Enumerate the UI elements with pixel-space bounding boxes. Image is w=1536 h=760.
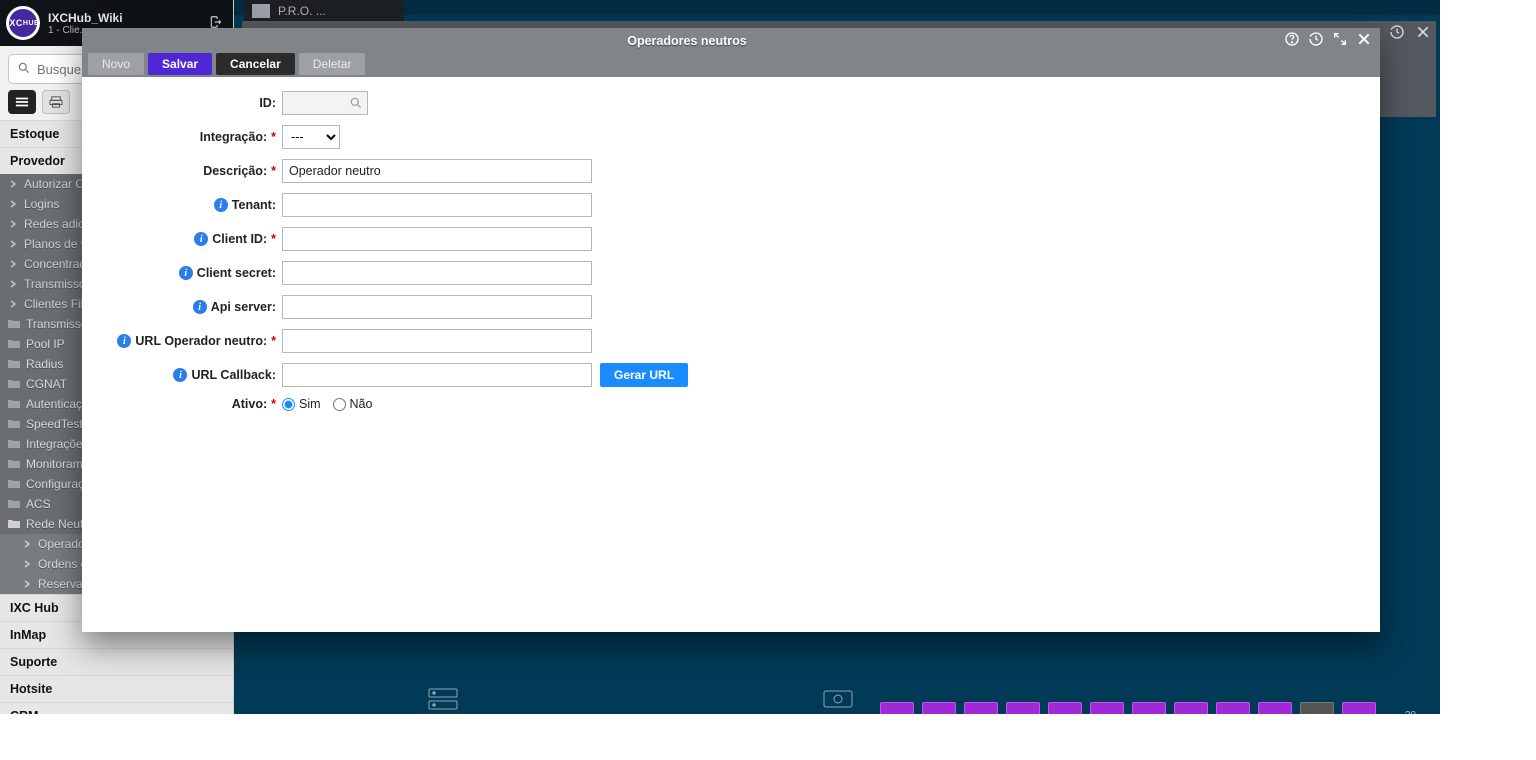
tab-generic-icon (252, 4, 270, 18)
cancelar-button[interactable]: Cancelar (216, 53, 295, 75)
ativo-nao-option[interactable]: Não (333, 397, 373, 411)
apiserver-field[interactable] (282, 295, 592, 319)
cat-hotsite[interactable]: Hotsite (0, 675, 233, 702)
url-operador-field[interactable] (282, 329, 592, 353)
bg-topright-icons (1389, 24, 1431, 43)
history-icon[interactable] (1308, 31, 1324, 50)
clientid-field[interactable] (282, 227, 592, 251)
logo-icon: IXCHUB (6, 6, 40, 40)
label-clientsecret: Client secret: (197, 266, 276, 280)
modal-title: Operadores neutros (90, 34, 1284, 48)
server-icon (427, 685, 459, 713)
tab-label: P.R.O. ... (278, 4, 326, 18)
history-icon[interactable] (1389, 24, 1405, 43)
ativo-sim-radio[interactable] (282, 398, 295, 411)
novo-button[interactable]: Novo (88, 53, 144, 75)
label-url-callback: URL Callback: (191, 368, 276, 382)
label-ativo: Ativo: (232, 397, 267, 411)
modal-operadores-neutros: Operadores neutros Novo Salvar Cancelar … (82, 28, 1380, 632)
info-icon[interactable]: i (179, 266, 193, 280)
background-tab[interactable]: P.R.O. ... (244, 0, 404, 22)
label-url-operador: URL Operador neutro: (135, 334, 267, 348)
app-title: IXCHub_Wiki (48, 11, 201, 25)
view-list-icon[interactable] (8, 90, 36, 114)
label-tenant: Tenant: (232, 198, 276, 212)
info-icon[interactable]: i (194, 232, 208, 246)
label-integracao: Integração: (200, 130, 267, 144)
label-id: ID: (259, 96, 276, 110)
info-icon[interactable]: i (193, 300, 207, 314)
search-icon (17, 61, 31, 78)
modal-toolbar: Novo Salvar Cancelar Deletar (82, 53, 1380, 77)
url-callback-field[interactable] (282, 363, 592, 387)
help-icon[interactable] (1284, 31, 1300, 50)
label-apiserver: Api server: (211, 300, 276, 314)
info-icon[interactable]: i (173, 368, 187, 382)
print-icon[interactable] (42, 90, 70, 114)
label-descricao: Descrição: (203, 164, 267, 178)
expand-icon[interactable] (1332, 31, 1348, 50)
deletar-button[interactable]: Deletar (299, 53, 366, 75)
descricao-field[interactable] (282, 159, 592, 183)
cat-suporte[interactable]: Suporte (0, 648, 233, 675)
search-icon[interactable] (349, 96, 363, 110)
canvas-bottom-margin (0, 714, 1536, 760)
label-clientid: Client ID: (212, 232, 267, 246)
ativo-nao-radio[interactable] (333, 398, 346, 411)
canvas-right-margin (1440, 0, 1536, 760)
ativo-sim-option[interactable]: Sim (282, 397, 321, 411)
salvar-button[interactable]: Salvar (148, 53, 212, 75)
cat-crm[interactable]: CRM (0, 702, 233, 714)
close-icon[interactable] (1356, 31, 1372, 50)
gerar-url-button[interactable]: Gerar URL (600, 363, 688, 387)
info-icon[interactable]: i (117, 334, 131, 348)
info-icon[interactable]: i (214, 198, 228, 212)
tenant-field[interactable] (282, 193, 592, 217)
money-icon (822, 685, 854, 713)
close-icon[interactable] (1415, 24, 1431, 43)
clientsecret-field[interactable] (282, 261, 592, 285)
integracao-select[interactable]: --- (282, 125, 340, 149)
